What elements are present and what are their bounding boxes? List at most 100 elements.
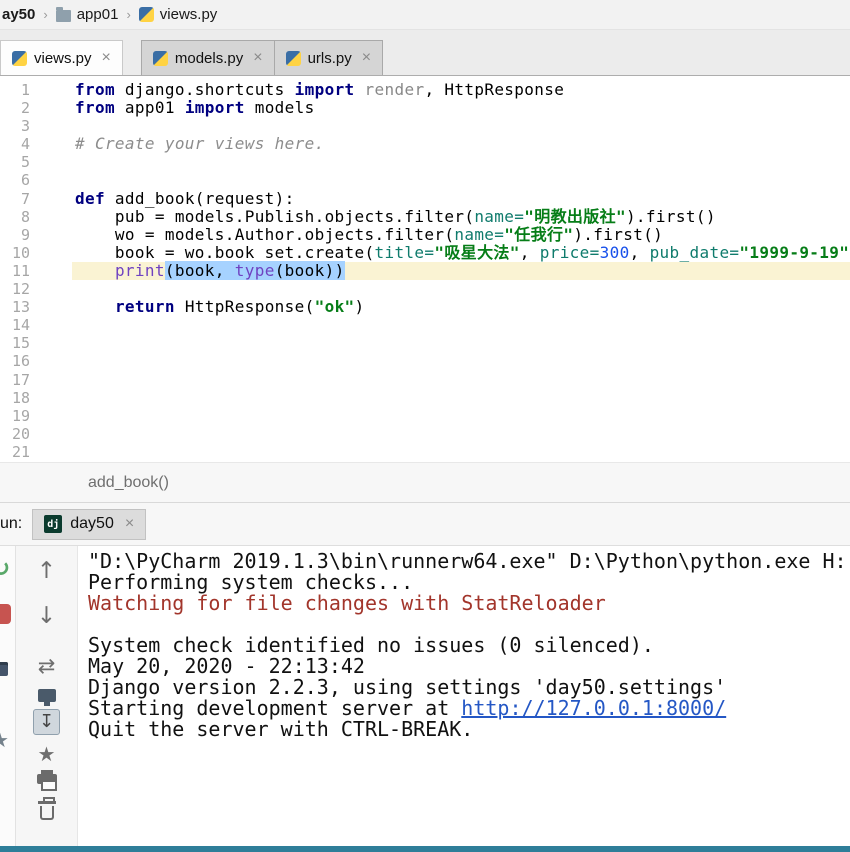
line-number[interactable]: 15	[0, 334, 30, 352]
code-token: def	[75, 189, 105, 208]
line-number[interactable]: 16	[0, 352, 30, 370]
django-icon: dj	[44, 515, 62, 533]
code-line[interactable]	[72, 389, 850, 407]
editor[interactable]: 123456789101112131415161718192021 from d…	[0, 76, 850, 462]
console-output[interactable]: "D:\PyCharm 2019.1.3\bin\runnerw64.exe" …	[78, 546, 850, 846]
close-icon[interactable]: ×	[125, 516, 134, 532]
line-number[interactable]: 9	[0, 226, 30, 244]
console-line: Django version 2.2.3, using settings 'da…	[88, 677, 850, 698]
code-line[interactable]: from django.shortcuts import render, Htt…	[72, 81, 850, 99]
code-line[interactable]	[72, 425, 850, 443]
console-line: Watching for file changes with StatReloa…	[88, 593, 850, 614]
line-number[interactable]: 7	[0, 190, 30, 208]
code-token: "ok"	[315, 297, 355, 316]
code-token: pub_date=	[650, 243, 740, 262]
line-number[interactable]: 3	[0, 117, 30, 135]
code-line[interactable]: print(book, type(book))	[72, 262, 850, 280]
code-line[interactable]	[72, 117, 850, 135]
chevron-right-icon: ›	[126, 7, 130, 22]
python-file-icon	[12, 51, 27, 66]
line-number[interactable]: 10	[0, 244, 30, 262]
code-line[interactable]	[72, 171, 850, 189]
code-token: book = wo.book_set.create(	[75, 243, 374, 262]
code-token	[75, 297, 115, 316]
console-toolbar: ↑ ↓ ⇄ ↧ ★	[16, 546, 78, 846]
restart-server-icon[interactable]: ⇄	[38, 656, 56, 677]
code-token: )	[355, 297, 365, 316]
code-line[interactable]	[72, 334, 850, 352]
chevron-right-icon: ›	[43, 7, 47, 22]
breadcrumb-package[interactable]: app01	[77, 6, 119, 23]
line-number[interactable]: 2	[0, 99, 30, 117]
tab-label: urls.py	[308, 50, 352, 67]
code-token: models	[245, 98, 315, 117]
run-console-panel: ↻ ★ ↑ ↓ ⇄ ↧ ★ "D:\PyCharm 2019.1.3\bin\r…	[0, 546, 850, 846]
console-line	[88, 614, 850, 635]
scroll-to-end-button[interactable]: ↧	[33, 709, 60, 735]
line-number[interactable]: 14	[0, 316, 30, 334]
code-line[interactable]: from app01 import models	[72, 99, 850, 117]
code-token: name=	[454, 225, 504, 244]
run-tab-label: day50	[70, 515, 114, 533]
console-text: Quit the server with CTRL-BREAK.	[88, 717, 473, 741]
close-icon[interactable]: ×	[102, 50, 111, 66]
code-token: django.shortcuts	[115, 80, 295, 99]
breadcrumb-project[interactable]: ay50	[2, 6, 35, 23]
line-number[interactable]: 18	[0, 389, 30, 407]
console-link[interactable]: http://127.0.0.1:8000/	[461, 696, 726, 720]
code-token: title=	[374, 243, 434, 262]
code-line[interactable]: def add_book(request):	[72, 190, 850, 208]
breadcrumbs-bar: add_book()	[0, 462, 850, 503]
line-number[interactable]: 4	[0, 135, 30, 153]
line-number[interactable]: 12	[0, 280, 30, 298]
code-line[interactable]	[72, 280, 850, 298]
run-tab-day50[interactable]: dj day50 ×	[32, 509, 146, 540]
line-number[interactable]: 6	[0, 171, 30, 189]
code-token: "吸星大法"	[434, 243, 519, 262]
down-stacktrace-icon[interactable]: ↓	[37, 605, 56, 628]
code-token: ).first()	[573, 225, 663, 244]
code-line[interactable]	[72, 371, 850, 389]
up-stacktrace-icon[interactable]: ↑	[37, 560, 56, 583]
line-number[interactable]: 8	[0, 208, 30, 226]
line-number[interactable]: 11	[0, 262, 30, 280]
console-text: Watching for file changes with StatReloa…	[88, 591, 606, 615]
current-function[interactable]: add_book()	[88, 474, 169, 492]
clear-console-icon[interactable]	[40, 806, 54, 820]
code-line[interactable]	[72, 352, 850, 370]
code-line[interactable]: book = wo.book_set.create(title="吸星大法", …	[72, 244, 850, 262]
line-number[interactable]: 21	[0, 443, 30, 461]
run-toolbar-strip: ↻ ★	[0, 546, 16, 846]
code-line[interactable]: pub = models.Publish.objects.filter(name…	[72, 208, 850, 226]
line-number[interactable]: 20	[0, 425, 30, 443]
code-line[interactable]: return HttpResponse("ok")	[72, 298, 850, 316]
line-number[interactable]: 19	[0, 407, 30, 425]
line-number[interactable]: 13	[0, 298, 30, 316]
pin-star-icon[interactable]: ★	[0, 728, 9, 752]
layout-grid-icon[interactable]	[0, 662, 8, 676]
code-line[interactable]: # Create your views here.	[72, 135, 850, 153]
console-layout-icon[interactable]	[38, 689, 56, 702]
line-number[interactable]: 1	[0, 81, 30, 99]
line-number[interactable]: 5	[0, 153, 30, 171]
print-icon[interactable]	[37, 774, 57, 784]
tab-models-py[interactable]: models.py ×	[141, 40, 275, 75]
code-line[interactable]	[72, 153, 850, 171]
line-number[interactable]: 17	[0, 371, 30, 389]
code-line[interactable]	[72, 407, 850, 425]
tab-urls-py[interactable]: urls.py ×	[274, 40, 384, 75]
close-icon[interactable]: ×	[362, 50, 371, 66]
code-line[interactable]	[72, 443, 850, 461]
favorite-star-icon[interactable]: ★	[38, 744, 56, 764]
code-token: print	[115, 261, 165, 280]
breadcrumb-file[interactable]: views.py	[160, 6, 218, 23]
editor-gutter[interactable]: 123456789101112131415161718192021	[0, 76, 72, 462]
editor-code[interactable]: from django.shortcuts import render, Htt…	[72, 76, 850, 462]
tab-views-py[interactable]: views.py ×	[0, 40, 123, 75]
code-line[interactable]	[72, 316, 850, 334]
code-token: type	[235, 261, 275, 280]
rerun-icon[interactable]: ↻	[0, 556, 10, 582]
code-line[interactable]: wo = models.Author.objects.filter(name="…	[72, 226, 850, 244]
close-icon[interactable]: ×	[253, 50, 262, 66]
stop-icon[interactable]	[0, 604, 11, 624]
